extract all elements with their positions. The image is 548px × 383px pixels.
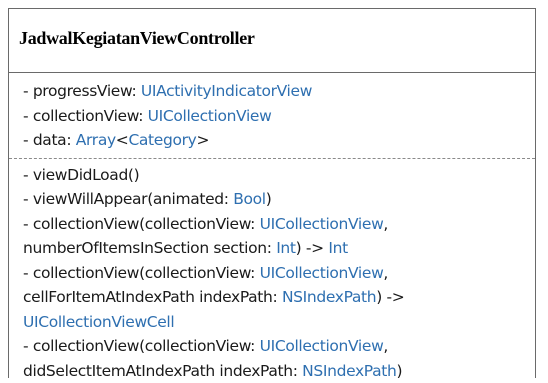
signature-text: didSelectItemAtIndexPath indexPath: [23, 362, 302, 380]
signature-text: < [116, 131, 129, 149]
type-name: Bool [233, 190, 266, 208]
type-name: Int [328, 239, 347, 257]
method-line: cellForItemAtIndexPath indexPath: NSInde… [23, 285, 535, 310]
attribute-line: - data: Array<Category> [23, 128, 535, 153]
signature-text: - viewDidLoad() [23, 166, 139, 184]
method-line: - collectionView(collectionView: UIColle… [23, 212, 535, 237]
signature-text: - viewWillAppear(animated: [23, 190, 233, 208]
signature-text: > [196, 131, 209, 149]
attribute-line: - collectionView: UICollectionView [23, 104, 535, 129]
signature-text: ) [396, 362, 402, 380]
type-name: NSIndexPath [302, 362, 396, 380]
signature-text: cellForItemAtIndexPath indexPath: [23, 288, 282, 306]
signature-text: , [383, 215, 388, 233]
type-name: UICollectionView [260, 337, 384, 355]
type-name: UIActivityIndicatorView [141, 82, 312, 100]
attributes-section: - progressView: UIActivityIndicatorView-… [9, 73, 535, 159]
signature-text: - data: [23, 131, 76, 149]
attribute-line: - progressView: UIActivityIndicatorView [23, 79, 535, 104]
signature-text: ) -> [296, 239, 329, 257]
type-name: Category [128, 131, 196, 149]
method-line: numberOfItemsInSection section: Int) -> … [23, 236, 535, 261]
method-line: - viewDidLoad() [23, 163, 535, 188]
type-name: UICollectionView [148, 107, 272, 125]
method-line: - collectionView(collectionView: UIColle… [23, 334, 535, 359]
uml-class-box: JadwalKegiatanViewController - progressV… [8, 8, 536, 378]
signature-text: - collectionView: [23, 107, 148, 125]
type-name: NSIndexPath [282, 288, 376, 306]
type-name: UICollectionView [260, 215, 384, 233]
type-name: UICollectionView [260, 264, 384, 282]
signature-text: - collectionView(collectionView: [23, 215, 260, 233]
signature-text: numberOfItemsInSection section: [23, 239, 276, 257]
signature-text: ) [266, 190, 272, 208]
class-header: JadwalKegiatanViewController [9, 9, 535, 73]
signature-text: - progressView: [23, 82, 141, 100]
type-name: Int [276, 239, 295, 257]
signature-text: - collectionView(collectionView: [23, 264, 260, 282]
type-name: Array [76, 131, 116, 149]
type-name: UICollectionViewCell [23, 313, 174, 331]
signature-text: , [383, 337, 388, 355]
methods-section: - viewDidLoad() - viewWillAppear(animated… [9, 159, 535, 383]
signature-text: ) -> [376, 288, 404, 306]
signature-text: , [383, 264, 388, 282]
method-line: - viewWillAppear(animated: Bool) [23, 187, 535, 212]
signature-text: - collectionView(collectionView: [23, 337, 260, 355]
method-line: - collectionView(collectionView: UIColle… [23, 261, 535, 286]
class-name: JadwalKegiatanViewController [19, 28, 255, 48]
method-line: didSelectItemAtIndexPath indexPath: NSIn… [23, 359, 535, 383]
method-line: UICollectionViewCell [23, 310, 535, 335]
